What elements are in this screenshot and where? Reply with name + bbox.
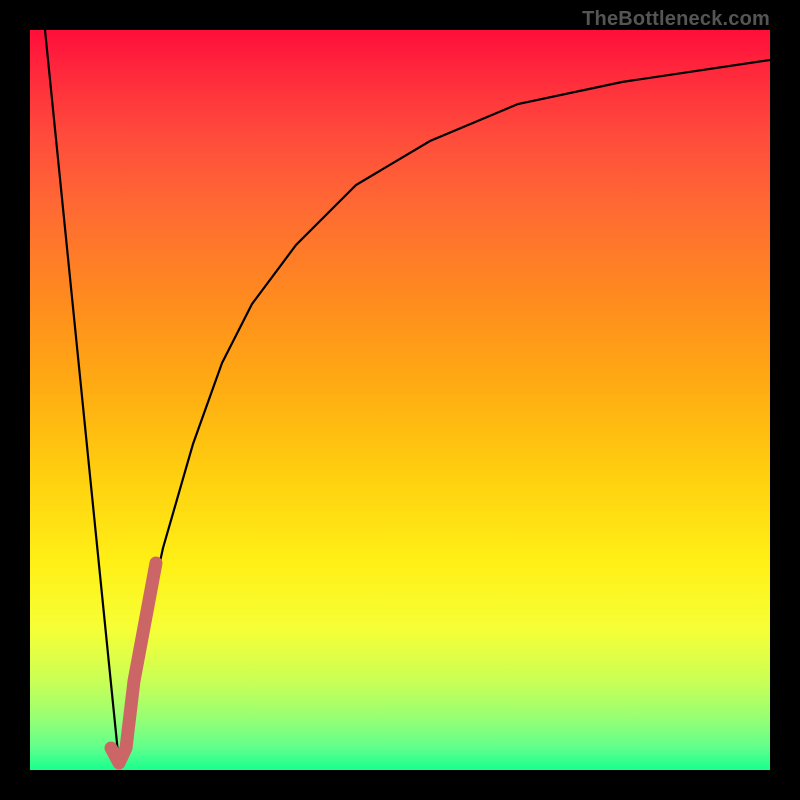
- curve-right-rise: [119, 220, 330, 763]
- curve-layer: [30, 30, 770, 770]
- curve-right-rise-poly: [119, 60, 770, 763]
- chart-frame: TheBottleneck.com: [0, 0, 800, 800]
- plot-area: [30, 30, 770, 770]
- attribution-text: TheBottleneck.com: [582, 8, 770, 31]
- curve-left-descent: [45, 30, 119, 763]
- highlight-j: [111, 563, 156, 763]
